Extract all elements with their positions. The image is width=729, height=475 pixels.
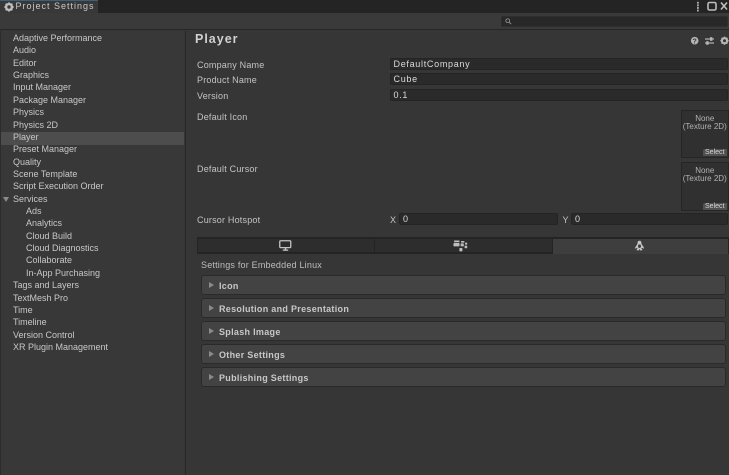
svg-text:?: ? [693, 38, 697, 45]
